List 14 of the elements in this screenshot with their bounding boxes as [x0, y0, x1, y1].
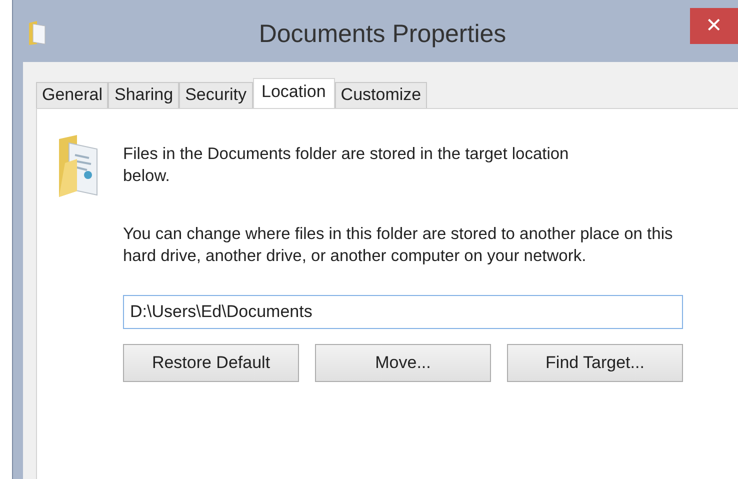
- tab[interactable]: Security: [179, 82, 253, 108]
- tab[interactable]: Location: [252, 78, 335, 108]
- action-button[interactable]: Restore Default: [123, 344, 299, 382]
- close-button[interactable]: ✕: [690, 8, 738, 44]
- tab[interactable]: General: [36, 82, 108, 108]
- window-title: Documents Properties: [258, 19, 506, 50]
- path-field[interactable]: D:\Users\Ed\Documents: [123, 295, 683, 329]
- action-button[interactable]: Move...: [315, 344, 491, 382]
- tab[interactable]: Sharing: [108, 82, 180, 108]
- folder-icon: [27, 20, 47, 46]
- description-text: You can change where files in this folder are stored to another place on this hard drive, another drive, or another computer on your network.: [122, 224, 674, 267]
- action-button[interactable]: Find Target...: [507, 344, 683, 382]
- tab[interactable]: Customize: [334, 82, 428, 108]
- info-text: Files in the Documents folder are stored in the target location below.: [123, 144, 570, 187]
